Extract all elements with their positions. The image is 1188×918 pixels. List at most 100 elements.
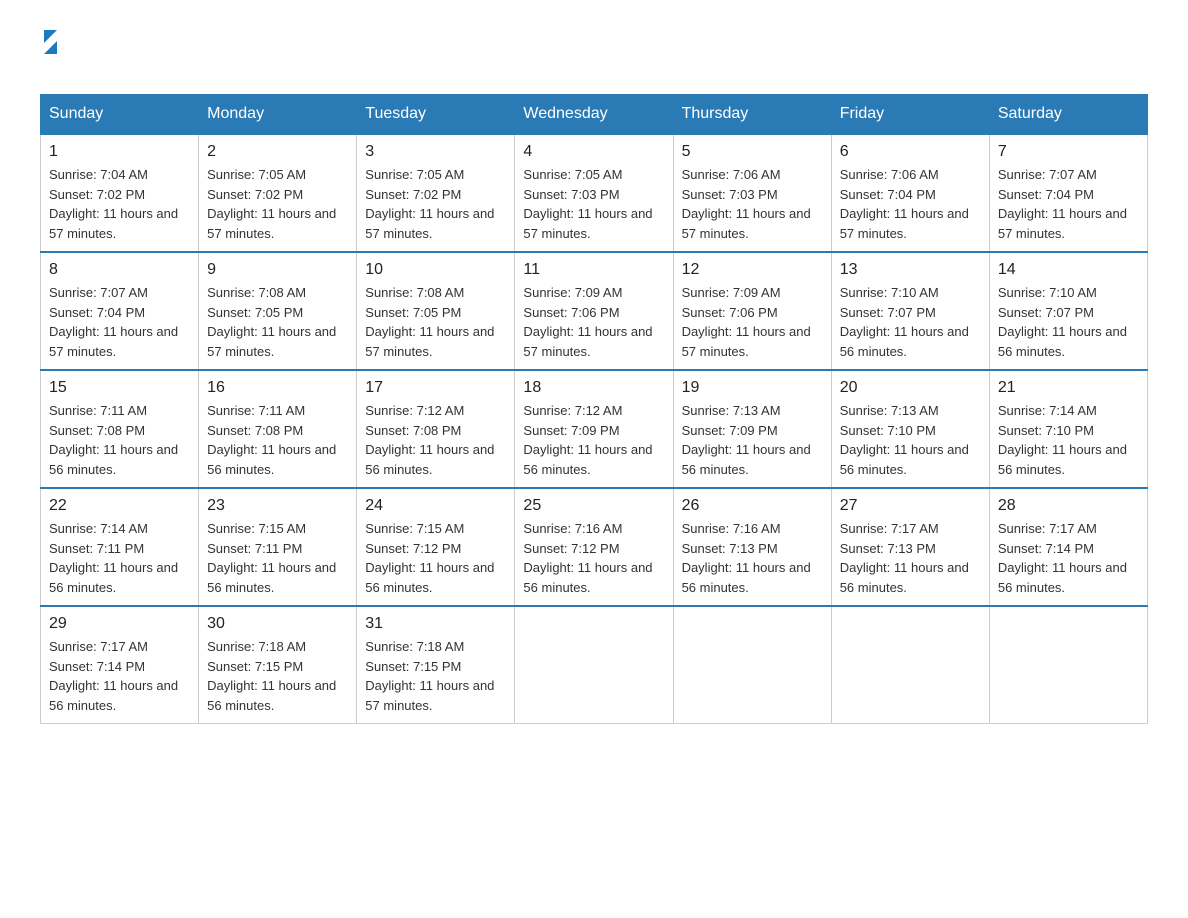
day-number: 9 — [207, 261, 348, 279]
calendar-cell: 12 Sunrise: 7:09 AMSunset: 7:06 PMDaylig… — [673, 252, 831, 370]
calendar-week-row: 15 Sunrise: 7:11 AMSunset: 7:08 PMDaylig… — [41, 370, 1148, 488]
calendar-cell: 4 Sunrise: 7:05 AMSunset: 7:03 PMDayligh… — [515, 134, 673, 252]
calendar-cell: 29 Sunrise: 7:17 AMSunset: 7:14 PMDaylig… — [41, 606, 199, 724]
day-info: Sunrise: 7:08 AMSunset: 7:05 PMDaylight:… — [207, 285, 336, 359]
calendar-cell: 14 Sunrise: 7:10 AMSunset: 7:07 PMDaylig… — [989, 252, 1147, 370]
calendar-cell: 16 Sunrise: 7:11 AMSunset: 7:08 PMDaylig… — [199, 370, 357, 488]
day-info: Sunrise: 7:05 AMSunset: 7:03 PMDaylight:… — [523, 167, 652, 241]
day-number: 24 — [365, 497, 506, 515]
calendar-table: SundayMondayTuesdayWednesdayThursdayFrid… — [40, 94, 1148, 724]
calendar-cell: 22 Sunrise: 7:14 AMSunset: 7:11 PMDaylig… — [41, 488, 199, 606]
day-info: Sunrise: 7:04 AMSunset: 7:02 PMDaylight:… — [49, 167, 178, 241]
day-info: Sunrise: 7:11 AMSunset: 7:08 PMDaylight:… — [49, 403, 178, 477]
calendar-week-row: 29 Sunrise: 7:17 AMSunset: 7:14 PMDaylig… — [41, 606, 1148, 724]
calendar-cell: 23 Sunrise: 7:15 AMSunset: 7:11 PMDaylig… — [199, 488, 357, 606]
day-info: Sunrise: 7:06 AMSunset: 7:04 PMDaylight:… — [840, 167, 969, 241]
logo — [40, 30, 57, 82]
day-number: 8 — [49, 261, 190, 279]
calendar-cell: 20 Sunrise: 7:13 AMSunset: 7:10 PMDaylig… — [831, 370, 989, 488]
day-number: 20 — [840, 379, 981, 397]
calendar-cell: 5 Sunrise: 7:06 AMSunset: 7:03 PMDayligh… — [673, 134, 831, 252]
day-info: Sunrise: 7:15 AMSunset: 7:11 PMDaylight:… — [207, 521, 336, 595]
day-info: Sunrise: 7:05 AMSunset: 7:02 PMDaylight:… — [207, 167, 336, 241]
day-number: 31 — [365, 615, 506, 633]
calendar-cell — [831, 606, 989, 724]
day-info: Sunrise: 7:16 AMSunset: 7:13 PMDaylight:… — [682, 521, 811, 595]
day-number: 16 — [207, 379, 348, 397]
day-number: 23 — [207, 497, 348, 515]
day-number: 30 — [207, 615, 348, 633]
calendar-cell: 3 Sunrise: 7:05 AMSunset: 7:02 PMDayligh… — [357, 134, 515, 252]
day-info: Sunrise: 7:10 AMSunset: 7:07 PMDaylight:… — [840, 285, 969, 359]
calendar-cell: 30 Sunrise: 7:18 AMSunset: 7:15 PMDaylig… — [199, 606, 357, 724]
day-number: 22 — [49, 497, 190, 515]
day-info: Sunrise: 7:18 AMSunset: 7:15 PMDaylight:… — [365, 639, 494, 713]
calendar-cell — [673, 606, 831, 724]
calendar-cell — [989, 606, 1147, 724]
day-info: Sunrise: 7:14 AMSunset: 7:10 PMDaylight:… — [998, 403, 1127, 477]
day-number: 25 — [523, 497, 664, 515]
day-number: 2 — [207, 143, 348, 161]
calendar-cell: 28 Sunrise: 7:17 AMSunset: 7:14 PMDaylig… — [989, 488, 1147, 606]
calendar-cell: 17 Sunrise: 7:12 AMSunset: 7:08 PMDaylig… — [357, 370, 515, 488]
weekday-header-monday: Monday — [199, 95, 357, 135]
calendar-cell: 11 Sunrise: 7:09 AMSunset: 7:06 PMDaylig… — [515, 252, 673, 370]
day-number: 11 — [523, 261, 664, 279]
day-info: Sunrise: 7:11 AMSunset: 7:08 PMDaylight:… — [207, 403, 336, 477]
day-info: Sunrise: 7:06 AMSunset: 7:03 PMDaylight:… — [682, 167, 811, 241]
calendar-cell: 31 Sunrise: 7:18 AMSunset: 7:15 PMDaylig… — [357, 606, 515, 724]
calendar-cell: 21 Sunrise: 7:14 AMSunset: 7:10 PMDaylig… — [989, 370, 1147, 488]
day-number: 4 — [523, 143, 664, 161]
calendar-week-row: 1 Sunrise: 7:04 AMSunset: 7:02 PMDayligh… — [41, 134, 1148, 252]
calendar-cell: 15 Sunrise: 7:11 AMSunset: 7:08 PMDaylig… — [41, 370, 199, 488]
day-number: 21 — [998, 379, 1139, 397]
calendar-cell: 10 Sunrise: 7:08 AMSunset: 7:05 PMDaylig… — [357, 252, 515, 370]
day-info: Sunrise: 7:17 AMSunset: 7:13 PMDaylight:… — [840, 521, 969, 595]
day-number: 18 — [523, 379, 664, 397]
day-number: 6 — [840, 143, 981, 161]
day-info: Sunrise: 7:12 AMSunset: 7:08 PMDaylight:… — [365, 403, 494, 477]
calendar-cell: 2 Sunrise: 7:05 AMSunset: 7:02 PMDayligh… — [199, 134, 357, 252]
day-number: 15 — [49, 379, 190, 397]
calendar-cell — [515, 606, 673, 724]
calendar-week-row: 22 Sunrise: 7:14 AMSunset: 7:11 PMDaylig… — [41, 488, 1148, 606]
day-number: 27 — [840, 497, 981, 515]
calendar-cell: 1 Sunrise: 7:04 AMSunset: 7:02 PMDayligh… — [41, 134, 199, 252]
weekday-header-wednesday: Wednesday — [515, 95, 673, 135]
day-info: Sunrise: 7:07 AMSunset: 7:04 PMDaylight:… — [998, 167, 1127, 241]
calendar-cell: 24 Sunrise: 7:15 AMSunset: 7:12 PMDaylig… — [357, 488, 515, 606]
day-number: 7 — [998, 143, 1139, 161]
day-info: Sunrise: 7:14 AMSunset: 7:11 PMDaylight:… — [49, 521, 178, 595]
calendar-cell: 13 Sunrise: 7:10 AMSunset: 7:07 PMDaylig… — [831, 252, 989, 370]
day-number: 28 — [998, 497, 1139, 515]
weekday-header-thursday: Thursday — [673, 95, 831, 135]
page-header — [40, 30, 1148, 82]
day-info: Sunrise: 7:17 AMSunset: 7:14 PMDaylight:… — [49, 639, 178, 713]
day-info: Sunrise: 7:07 AMSunset: 7:04 PMDaylight:… — [49, 285, 178, 359]
day-info: Sunrise: 7:12 AMSunset: 7:09 PMDaylight:… — [523, 403, 652, 477]
day-info: Sunrise: 7:09 AMSunset: 7:06 PMDaylight:… — [682, 285, 811, 359]
day-info: Sunrise: 7:10 AMSunset: 7:07 PMDaylight:… — [998, 285, 1127, 359]
weekday-header-tuesday: Tuesday — [357, 95, 515, 135]
calendar-cell: 8 Sunrise: 7:07 AMSunset: 7:04 PMDayligh… — [41, 252, 199, 370]
day-number: 5 — [682, 143, 823, 161]
calendar-cell: 26 Sunrise: 7:16 AMSunset: 7:13 PMDaylig… — [673, 488, 831, 606]
day-info: Sunrise: 7:18 AMSunset: 7:15 PMDaylight:… — [207, 639, 336, 713]
calendar-cell: 7 Sunrise: 7:07 AMSunset: 7:04 PMDayligh… — [989, 134, 1147, 252]
day-number: 17 — [365, 379, 506, 397]
day-number: 12 — [682, 261, 823, 279]
day-info: Sunrise: 7:13 AMSunset: 7:10 PMDaylight:… — [840, 403, 969, 477]
day-info: Sunrise: 7:15 AMSunset: 7:12 PMDaylight:… — [365, 521, 494, 595]
day-number: 10 — [365, 261, 506, 279]
day-number: 3 — [365, 143, 506, 161]
day-number: 26 — [682, 497, 823, 515]
day-number: 19 — [682, 379, 823, 397]
weekday-header-sunday: Sunday — [41, 95, 199, 135]
day-number: 13 — [840, 261, 981, 279]
calendar-week-row: 8 Sunrise: 7:07 AMSunset: 7:04 PMDayligh… — [41, 252, 1148, 370]
weekday-header-saturday: Saturday — [989, 95, 1147, 135]
day-info: Sunrise: 7:16 AMSunset: 7:12 PMDaylight:… — [523, 521, 652, 595]
calendar-cell: 6 Sunrise: 7:06 AMSunset: 7:04 PMDayligh… — [831, 134, 989, 252]
calendar-cell: 9 Sunrise: 7:08 AMSunset: 7:05 PMDayligh… — [199, 252, 357, 370]
calendar-cell: 27 Sunrise: 7:17 AMSunset: 7:13 PMDaylig… — [831, 488, 989, 606]
